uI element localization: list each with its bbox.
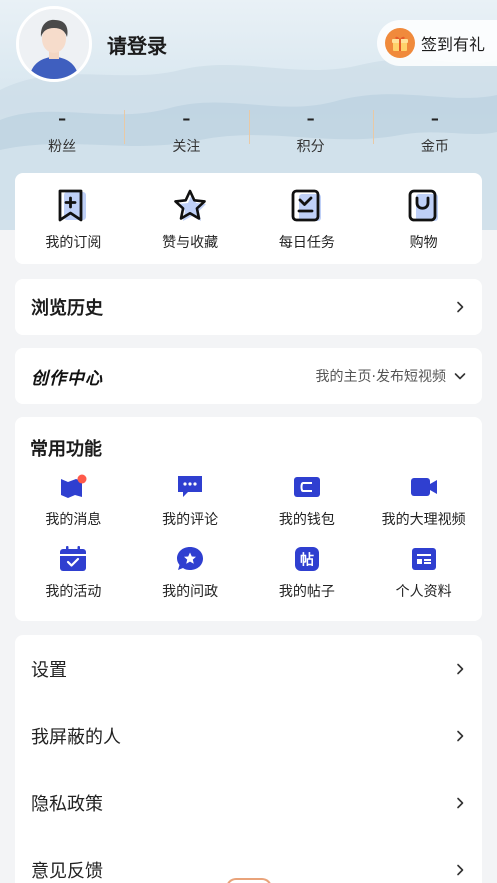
chevron-down-icon — [454, 373, 466, 380]
bottom-tab-peek — [226, 878, 272, 883]
browse-history-title: 浏览历史 — [31, 298, 103, 319]
video-icon — [410, 478, 437, 496]
settings-row-label: 隐私政策 — [31, 793, 103, 815]
functions-grid: 我的消息 我的评论 我的钱包 我的大理视频 我的活动 我的问政 帖 我的帖子 个… — [15, 473, 482, 607]
question-star-icon — [177, 547, 204, 570]
quick-label: 我的订阅 — [45, 235, 102, 251]
post-icon: 帖 — [294, 547, 319, 571]
chevron-right-icon — [457, 864, 464, 875]
settings-row-label: 设置 — [31, 659, 67, 681]
function-my-messages[interactable]: 我的消息 — [15, 473, 132, 535]
quick-subscription[interactable]: 我的订阅 — [15, 173, 132, 264]
creator-links-text: 我的主页·发布短视频 — [315, 369, 446, 385]
stat-points[interactable]: – 积分 — [248, 108, 373, 158]
function-label: 我的帖子 — [278, 584, 335, 600]
function-label: 我的评论 — [162, 512, 219, 528]
star-icon — [174, 189, 207, 221]
svg-text:帖: 帖 — [300, 552, 314, 569]
function-my-inquiries[interactable]: 我的问政 — [132, 545, 249, 607]
stat-followers[interactable]: – 粉丝 — [0, 108, 124, 158]
login-prompt[interactable]: 请登录 — [107, 30, 167, 59]
settings-row[interactable]: 设置 — [15, 635, 482, 702]
avatar[interactable] — [16, 6, 92, 82]
task-check-icon — [291, 189, 321, 222]
function-label: 我的问政 — [162, 584, 219, 600]
calendar-check-icon — [60, 546, 87, 571]
settings-row-label: 意见反馈 — [31, 860, 103, 882]
stat-label: 粉丝 — [48, 139, 77, 155]
function-personal-profile[interactable]: 个人资料 — [365, 545, 482, 607]
function-label: 我的消息 — [45, 512, 102, 528]
chevron-right-icon — [457, 730, 464, 741]
message-icon — [61, 474, 87, 498]
quick-shopping[interactable]: 购物 — [365, 173, 482, 264]
stat-value: – — [306, 109, 315, 128]
stat-value: – — [430, 109, 439, 128]
quick-likes-favorites[interactable]: 赞与收藏 — [132, 173, 249, 264]
function-label: 我的大理视频 — [381, 512, 466, 528]
chevron-right-icon — [457, 663, 464, 674]
function-label: 个人资料 — [395, 584, 452, 600]
creator-center-logo: 创作中心 — [31, 368, 103, 389]
creator-links[interactable]: 我的主页·发布短视频 — [316, 366, 466, 386]
checkin-label: 签到有礼 — [421, 35, 486, 54]
profile-card-icon — [411, 548, 436, 570]
function-my-wallet[interactable]: 我的钱包 — [249, 473, 366, 535]
function-label: 我的活动 — [45, 584, 102, 600]
stat-label: 积分 — [296, 139, 325, 155]
gift-icon — [385, 28, 415, 58]
chevron-right-icon — [457, 301, 464, 313]
bookmark-plus-icon — [58, 189, 87, 222]
common-functions-title: 常用功能 — [30, 439, 102, 460]
function-label: 我的钱包 — [278, 512, 335, 528]
chevron-right-icon — [457, 797, 464, 808]
quick-label: 购物 — [409, 235, 438, 251]
stat-following[interactable]: – 关注 — [124, 108, 248, 158]
creator-center-row[interactable]: 创作中心 我的主页·发布短视频 — [15, 348, 482, 404]
common-functions-card: 常用功能 我的消息 我的评论 我的钱包 我的大理视频 我的活动 我的问政 帖 我… — [15, 417, 482, 621]
settings-row-label: 我屏蔽的人 — [31, 726, 121, 748]
wallet-icon — [293, 477, 320, 497]
privacy-policy-row[interactable]: 隐私政策 — [15, 769, 482, 836]
function-my-posts[interactable]: 帖 我的帖子 — [249, 545, 366, 607]
checkin-button[interactable]: 签到有礼 — [377, 20, 497, 66]
function-my-comments[interactable]: 我的评论 — [132, 473, 249, 535]
comment-icon — [178, 476, 203, 497]
quick-daily-tasks[interactable]: 每日任务 — [249, 173, 366, 264]
stat-label: 关注 — [172, 139, 201, 155]
settings-list: 设置 我屏蔽的人 隐私政策 意见反馈 — [15, 635, 482, 883]
quick-label: 赞与收藏 — [162, 235, 219, 251]
shopping-bag-icon — [408, 189, 438, 222]
stat-value: – — [182, 109, 191, 128]
stats-bar: – 粉丝 – 关注 – 积分 – 金币 — [0, 108, 497, 158]
quick-actions-card: 我的订阅 赞与收藏 每日任务 购物 — [15, 173, 482, 264]
function-my-activities[interactable]: 我的活动 — [15, 545, 132, 607]
stat-value: – — [58, 109, 67, 128]
feedback-row[interactable]: 意见反馈 — [15, 836, 482, 883]
function-my-dali-video[interactable]: 我的大理视频 — [365, 473, 482, 535]
stat-label: 金币 — [420, 139, 449, 155]
quick-label: 每日任务 — [278, 235, 335, 251]
stat-coins[interactable]: – 金币 — [372, 108, 497, 158]
browse-history-row[interactable]: 浏览历史 — [15, 279, 482, 335]
blocked-users-row[interactable]: 我屏蔽的人 — [15, 702, 482, 769]
default-avatar-icon — [19, 9, 89, 79]
